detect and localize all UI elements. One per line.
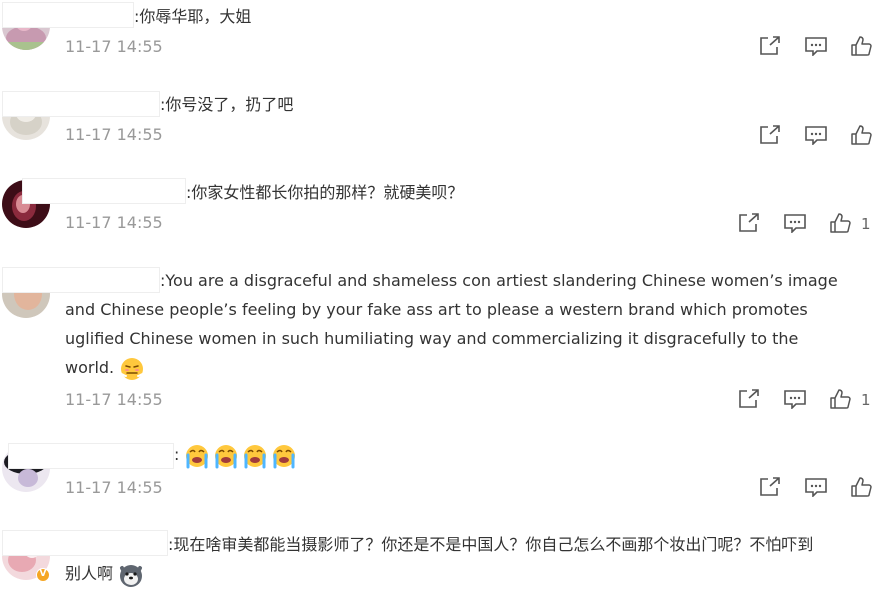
- comment-button[interactable]: [804, 35, 828, 57]
- comment-body-line: You are a disgraceful and shameless con …: [165, 271, 838, 290]
- like-button[interactable]: [849, 476, 873, 498]
- timestamp: 11-17 14:55: [65, 37, 163, 56]
- comment-body-line: 别人啊: [65, 564, 114, 583]
- comment-text: :你号没了，扔了吧: [160, 90, 293, 119]
- name-separator: :: [174, 445, 180, 464]
- comment-text-continued: and Chinese people’s feeling by your fak…: [65, 295, 808, 324]
- thumbs-up-icon: [830, 213, 851, 233]
- crying-emoji: [271, 443, 297, 469]
- share-icon: [760, 36, 780, 55]
- comment-text-continued: world.: [65, 353, 148, 382]
- thumbs-up-icon: [830, 389, 851, 409]
- comment-text: :你辱华耶，大姐: [134, 2, 251, 31]
- share-button[interactable]: [758, 476, 782, 498]
- comment-body: 你辱华耶，大姐: [139, 7, 252, 26]
- comment-body-line: 现在啥审美都能当摄影师了？你还是不是中国人？你自己怎么不画那个妆出门呢？不怕吓到: [173, 535, 814, 554]
- like-button[interactable]: [849, 124, 873, 146]
- thumbs-up-icon: [851, 36, 872, 56]
- comment-icon: [805, 478, 827, 497]
- username-redacted[interactable]: [2, 267, 160, 293]
- angry-huff-emoji: [119, 356, 145, 382]
- username-redacted[interactable]: [2, 530, 168, 556]
- like-button[interactable]: [828, 388, 852, 410]
- comment-body-line: world.: [65, 358, 115, 377]
- comment-text-continued: 别人啊: [65, 559, 147, 588]
- comment-text: :: [174, 440, 300, 469]
- comment-body-line: uglified Chinese women in such humiliati…: [65, 329, 799, 348]
- comment-text: :现在啥审美都能当摄影师了？你还是不是中国人？你自己怎么不画那个妆出门呢？不怕吓…: [168, 530, 813, 559]
- timestamp: 11-17 14:55: [65, 478, 163, 497]
- share-button[interactable]: [737, 212, 761, 234]
- timestamp: 11-17 14:55: [65, 390, 163, 409]
- comment-button[interactable]: [804, 476, 828, 498]
- thumbs-up-icon: [851, 125, 872, 145]
- crying-emoji: [184, 443, 210, 469]
- username-redacted[interactable]: [8, 443, 174, 469]
- like-count: 1: [861, 215, 871, 233]
- share-button[interactable]: [737, 388, 761, 410]
- comment-item: V :现在啥审美都能当摄影师了？你还是不是中国人？你自己怎么不画那个妆出门呢？不…: [0, 528, 880, 590]
- comment-item: : 11-17 14:55: [0, 440, 880, 520]
- comment-icon: [805, 37, 827, 56]
- comment-icon: [784, 390, 806, 409]
- timestamp: 11-17 14:55: [65, 213, 163, 232]
- crying-emoji: [213, 443, 239, 469]
- comment-icon: [805, 126, 827, 145]
- husky-dog-emoji: [118, 562, 144, 588]
- like-count: 1: [861, 391, 871, 409]
- username-redacted[interactable]: [2, 91, 160, 117]
- share-button[interactable]: [758, 35, 782, 57]
- comment-body-line: and Chinese people’s feeling by your fak…: [65, 300, 808, 319]
- comment-text-continued: uglified Chinese women in such humiliati…: [65, 324, 798, 353]
- comment-text: :你家女性都长你拍的那样？就硬美呗？: [186, 178, 463, 207]
- comment-icon: [784, 214, 806, 233]
- comment-text: :You are a disgraceful and shameless con…: [160, 266, 838, 295]
- comment-button[interactable]: [804, 124, 828, 146]
- share-icon: [739, 213, 759, 232]
- comment-button[interactable]: [783, 388, 807, 410]
- timestamp: 11-17 14:55: [65, 125, 163, 144]
- share-icon: [739, 389, 759, 408]
- comment-body: 你号没了，扔了吧: [165, 95, 294, 114]
- username-redacted[interactable]: [2, 2, 134, 28]
- comment-item: :你辱华耶，大姐 11-17 14:55: [0, 0, 880, 90]
- crying-emoji: [242, 443, 268, 469]
- like-button[interactable]: [849, 35, 873, 57]
- share-icon: [760, 477, 780, 496]
- comment-button[interactable]: [783, 212, 807, 234]
- like-button[interactable]: [828, 212, 852, 234]
- verified-badge-icon: V: [36, 568, 50, 582]
- comment-item: :You are a disgraceful and shameless con…: [0, 264, 880, 424]
- share-button[interactable]: [758, 124, 782, 146]
- username-redacted[interactable]: [22, 178, 186, 204]
- comment-body: 你家女性都长你拍的那样？就硬美呗？: [191, 183, 464, 202]
- comment-item: :你家女性都长你拍的那样？就硬美呗？ 11-17 14:55 1: [0, 176, 880, 266]
- comment-item: :你号没了，扔了吧 11-17 14:55: [0, 88, 880, 178]
- thumbs-up-icon: [851, 477, 872, 497]
- share-icon: [760, 125, 780, 144]
